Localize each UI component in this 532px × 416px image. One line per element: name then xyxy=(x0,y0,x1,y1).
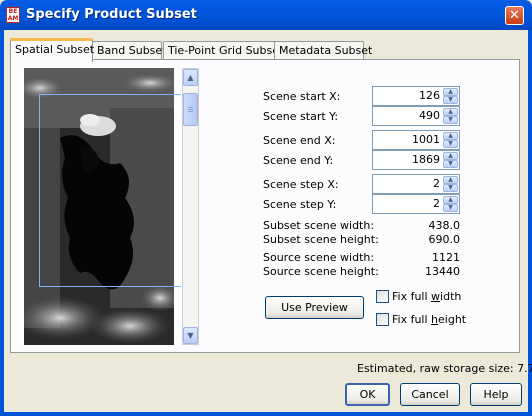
decrement-icon[interactable]: ▼ xyxy=(443,140,458,148)
fix-full-width-label[interactable]: Fix full width xyxy=(392,290,461,303)
source-height-label: Source scene height: xyxy=(263,265,379,278)
window-frame-right xyxy=(528,30,532,416)
scene-end-x-value[interactable]: 1001 xyxy=(412,133,440,146)
source-height-value: 13440 xyxy=(425,265,460,278)
fix-full-width-checkbox[interactable] xyxy=(376,290,389,303)
increment-icon[interactable]: ▲ xyxy=(443,196,458,204)
subset-width-label: Subset scene width: xyxy=(263,219,375,232)
grip-line xyxy=(188,111,193,112)
scene-step-y-value[interactable]: 2 xyxy=(433,197,440,210)
image-border-left xyxy=(20,68,24,345)
tab-band-subset[interactable]: Band Subset xyxy=(92,41,167,59)
ok-button[interactable]: OK xyxy=(345,383,390,406)
scroll-up-button[interactable]: ▲ xyxy=(183,69,198,86)
increment-icon[interactable]: ▲ xyxy=(443,176,458,184)
tab-spatial-subset[interactable]: Spatial Subset xyxy=(10,38,94,62)
scene-step-x-label: Scene step X: xyxy=(263,178,339,191)
decrement-icon[interactable]: ▼ xyxy=(443,116,458,124)
tab-tie-point-grid-subset[interactable]: Tie-Point Grid Subset xyxy=(163,41,283,59)
increment-icon[interactable]: ▲ xyxy=(443,88,458,96)
increment-icon[interactable]: ▲ xyxy=(443,108,458,116)
scene-end-y-label: Scene end Y: xyxy=(263,154,334,167)
scene-end-y-spinner[interactable]: 1869 ▲ ▼ xyxy=(372,150,460,170)
scene-start-x-value[interactable]: 126 xyxy=(419,89,440,102)
fix-full-height-checkbox[interactable] xyxy=(376,313,389,326)
scene-end-x-label: Scene end X: xyxy=(263,134,336,147)
close-button[interactable]: ✕ xyxy=(505,6,524,25)
cancel-button[interactable]: Cancel xyxy=(400,383,460,406)
subset-selection-rectangle[interactable] xyxy=(39,94,181,287)
grip-line xyxy=(188,109,193,110)
scene-start-y-label: Scene start Y: xyxy=(263,110,339,123)
scene-end-x-spinner[interactable]: 1001 ▲ ▼ xyxy=(372,130,460,150)
subset-height-value: 690.0 xyxy=(428,233,461,246)
window-frame-bottom xyxy=(0,412,532,416)
scene-start-y-value[interactable]: 490 xyxy=(419,109,440,122)
help-button[interactable]: Help xyxy=(470,383,522,406)
subset-width-value: 438.0 xyxy=(428,219,461,232)
title-bar[interactable]: BE AM Specify Product Subset ✕ xyxy=(0,0,532,30)
decrement-icon[interactable]: ▼ xyxy=(443,96,458,104)
decrement-icon[interactable]: ▼ xyxy=(443,204,458,212)
decrement-icon[interactable]: ▼ xyxy=(443,160,458,168)
scene-start-x-spinner[interactable]: 126 ▲ ▼ xyxy=(372,86,460,106)
beam-logo-icon: BE AM xyxy=(6,7,20,23)
window-frame-left xyxy=(0,30,4,416)
preview-scrollbar[interactable]: ▲ ▼ xyxy=(182,68,199,345)
increment-icon[interactable]: ▲ xyxy=(443,152,458,160)
increment-icon[interactable]: ▲ xyxy=(443,132,458,140)
grip-line xyxy=(188,107,193,108)
subset-height-label: Subset scene height: xyxy=(263,233,379,246)
decrement-icon[interactable]: ▼ xyxy=(443,184,458,192)
scroll-thumb[interactable] xyxy=(183,93,198,126)
scene-step-y-spinner[interactable]: 2 ▲ ▼ xyxy=(372,194,460,214)
scene-end-y-value[interactable]: 1869 xyxy=(412,153,440,166)
tab-metadata-subset[interactable]: Metadata Subset xyxy=(274,41,372,59)
preview-image[interactable] xyxy=(20,68,181,345)
use-preview-button[interactable]: Use Preview xyxy=(265,296,364,319)
close-icon: ✕ xyxy=(509,8,520,23)
scroll-down-button[interactable]: ▼ xyxy=(183,327,198,344)
chevron-up-icon: ▲ xyxy=(187,73,194,82)
fix-full-height-label[interactable]: Fix full height xyxy=(392,313,466,326)
source-width-label: Source scene width: xyxy=(263,251,375,264)
storage-size-status: Estimated, raw storage size: 7.7M xyxy=(357,362,532,375)
source-width-value: 1121 xyxy=(432,251,460,264)
scene-step-y-label: Scene step Y: xyxy=(263,198,337,211)
scene-start-y-spinner[interactable]: 490 ▲ ▼ xyxy=(372,106,460,126)
scene-step-x-spinner[interactable]: 2 ▲ ▼ xyxy=(372,174,460,194)
chevron-down-icon: ▼ xyxy=(187,331,194,340)
scene-step-x-value[interactable]: 2 xyxy=(433,177,440,190)
window-title: Specify Product Subset xyxy=(26,7,197,22)
scene-start-x-label: Scene start X: xyxy=(263,90,341,103)
